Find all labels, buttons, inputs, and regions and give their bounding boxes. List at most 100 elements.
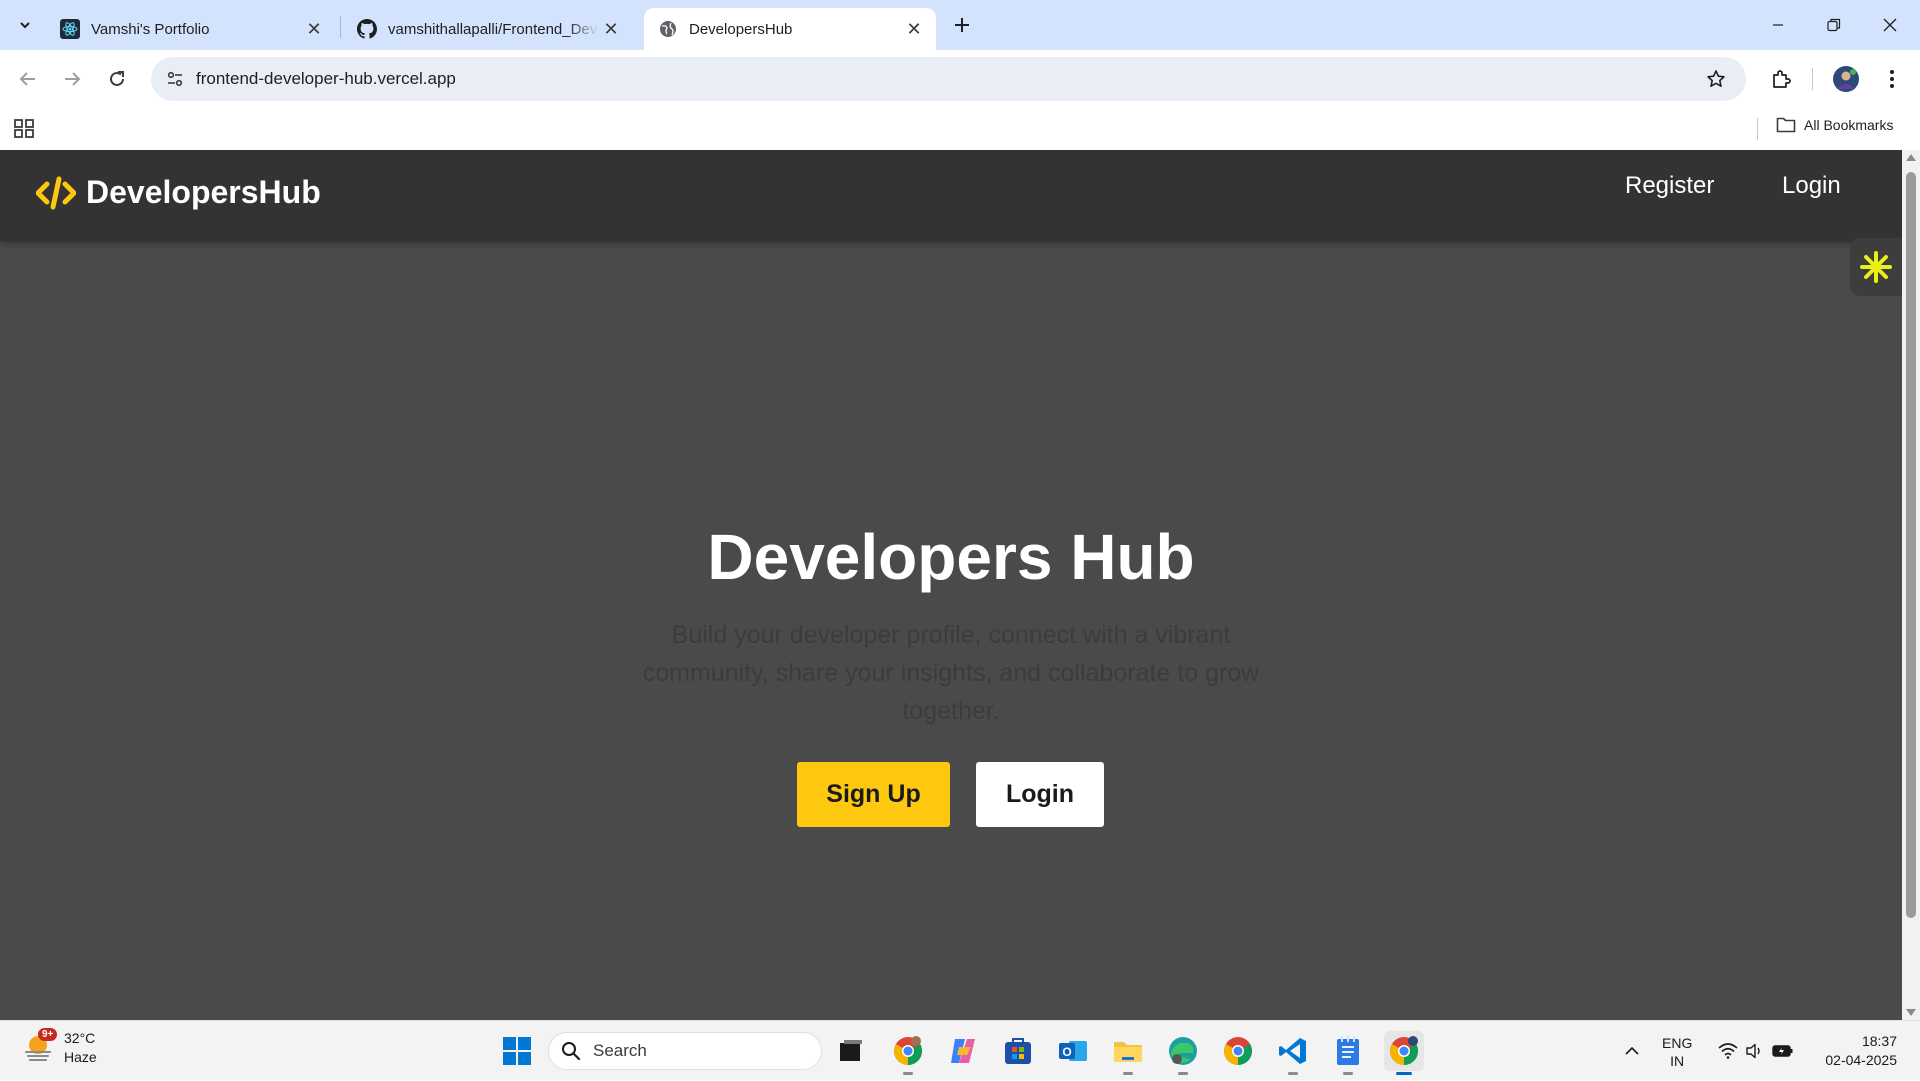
hero-login-button[interactable]: Login	[976, 762, 1104, 827]
profile-avatar[interactable]	[1831, 64, 1861, 94]
start-button[interactable]	[497, 1031, 537, 1071]
tab-search-button[interactable]	[10, 10, 40, 40]
chrome-profile-icon	[894, 1036, 922, 1065]
running-indicator	[903, 1072, 913, 1075]
battery-status[interactable]	[1769, 1021, 1797, 1081]
close-tab-icon[interactable]: ✕	[902, 17, 926, 41]
forward-button[interactable]	[57, 64, 87, 94]
code-icon	[36, 176, 76, 209]
weather-haze-icon: 9+	[22, 1028, 58, 1064]
system-clock[interactable]: 18:37 02-04-2025	[1825, 1032, 1897, 1070]
back-button[interactable]	[13, 64, 43, 94]
taskbar-microsoft-store[interactable]	[998, 1031, 1038, 1071]
hero-subtitle: Build your developer profile, connect wi…	[642, 621, 1260, 725]
signup-button[interactable]: Sign Up	[797, 762, 950, 827]
github-icon	[357, 19, 377, 39]
active-indicator	[1396, 1072, 1412, 1075]
volume-status[interactable]	[1742, 1021, 1766, 1081]
weather-temperature: 32°C	[64, 1030, 96, 1046]
nav-login-link[interactable]: Login	[1782, 172, 1841, 200]
page-scrollbar[interactable]	[1902, 150, 1920, 1020]
weather-condition: Haze	[64, 1049, 97, 1065]
reload-button[interactable]	[102, 64, 132, 94]
arrow-right-icon	[65, 72, 81, 86]
close-window-button[interactable]	[1862, 0, 1918, 50]
address-bar[interactable]: frontend-developer-hub.vercel.app	[151, 57, 1746, 101]
extension-side-widget[interactable]	[1850, 238, 1902, 296]
taskbar-file-explorer[interactable]	[1108, 1031, 1148, 1075]
avatar-icon	[1833, 66, 1859, 92]
folder-icon	[1776, 117, 1796, 133]
browser-toolbar: frontend-developer-hub.vercel.app	[0, 50, 1920, 108]
taskbar-chrome-active[interactable]	[1384, 1031, 1424, 1075]
speaker-icon	[1746, 1043, 1760, 1059]
tab-title: vamshithallapalli/Frontend_Dev	[388, 20, 598, 38]
brand-name: DevelopersHub	[86, 174, 321, 210]
url-text[interactable]: frontend-developer-hub.vercel.app	[196, 69, 456, 89]
bookmark-star-icon[interactable]	[1704, 67, 1728, 91]
language-code: ENG	[1662, 1035, 1693, 1051]
running-indicator	[1343, 1072, 1353, 1075]
apps-grid-icon[interactable]	[13, 117, 35, 139]
search-placeholder: Search	[593, 1041, 647, 1060]
site-info-icon[interactable]	[163, 67, 187, 91]
clock-date: 02-04-2025	[1825, 1052, 1897, 1068]
tab-title: DevelopersHub	[689, 20, 793, 38]
taskbar-outlook[interactable]: O	[1053, 1031, 1093, 1071]
taskbar-vscode[interactable]	[1273, 1031, 1313, 1075]
chrome-menu-button[interactable]	[1877, 64, 1907, 94]
close-icon	[1883, 18, 1897, 32]
svg-text:O: O	[1062, 1045, 1071, 1059]
scroll-down-arrow-icon[interactable]	[1906, 1009, 1916, 1016]
running-indicator	[1123, 1072, 1133, 1075]
site-brand[interactable]: DevelopersHub	[36, 174, 321, 211]
asterisk-icon	[1860, 251, 1892, 283]
extensions-button[interactable]	[1766, 64, 1796, 94]
wifi-status[interactable]	[1716, 1021, 1740, 1081]
all-bookmarks-button[interactable]: All Bookmarks	[1776, 116, 1893, 134]
toolbar-divider	[1812, 68, 1813, 90]
taskbar-copilot[interactable]	[943, 1031, 983, 1071]
running-indicator	[1178, 1072, 1188, 1075]
taskbar-chrome[interactable]	[1218, 1031, 1258, 1071]
scroll-up-arrow-icon[interactable]	[1906, 154, 1916, 161]
web-page: DevelopersHub Register Login Developers …	[0, 150, 1902, 1020]
minimize-icon	[1773, 24, 1783, 26]
tab-title: Vamshi's Portfolio	[91, 20, 210, 38]
taskbar-search[interactable]: Search	[548, 1032, 822, 1070]
battery-charging-icon	[1772, 1045, 1793, 1057]
weather-widget[interactable]: 9+ 32°C Haze	[22, 1028, 97, 1067]
taskbar-notepad[interactable]	[1328, 1031, 1368, 1075]
bookmarks-bar: All Bookmarks	[0, 108, 1920, 150]
nav-register-link[interactable]: Register	[1625, 172, 1714, 200]
task-view-button[interactable]	[831, 1031, 871, 1071]
outlook-icon: O	[1059, 1041, 1087, 1061]
new-tab-button[interactable]	[948, 11, 976, 39]
tab-github[interactable]: vamshithallapalli/Frontend_Dev ✕	[343, 8, 633, 50]
globe-icon	[658, 19, 678, 39]
puzzle-icon	[1773, 70, 1791, 88]
edge-icon	[1169, 1037, 1197, 1065]
taskbar-chrome-profile[interactable]	[888, 1031, 928, 1075]
weather-badge: 9+	[38, 1028, 58, 1041]
tab-developershub[interactable]: DevelopersHub ✕	[644, 8, 936, 50]
scroll-thumb[interactable]	[1906, 172, 1916, 918]
language-indicator[interactable]: ENG IN	[1662, 1034, 1692, 1070]
plus-icon	[955, 18, 969, 32]
region-code: IN	[1670, 1053, 1685, 1069]
chevron-up-icon	[1625, 1046, 1639, 1055]
wifi-icon	[1718, 1043, 1738, 1059]
restore-button[interactable]	[1806, 0, 1862, 50]
tab-strip: Vamshi's Portfolio ✕ vamshithallapalli/F…	[0, 0, 1920, 50]
tab-portfolio[interactable]: Vamshi's Portfolio ✕	[46, 8, 336, 50]
react-icon	[60, 19, 80, 39]
microsoft-store-icon	[1005, 1038, 1031, 1064]
close-tab-icon[interactable]: ✕	[599, 17, 623, 41]
taskbar-edge[interactable]	[1163, 1031, 1203, 1075]
tab-separator	[340, 16, 341, 38]
show-hidden-icons-button[interactable]	[1620, 1021, 1644, 1081]
minimize-button[interactable]	[1750, 0, 1806, 50]
reload-icon	[110, 71, 124, 86]
windows-taskbar: 9+ 32°C Haze Search O ENG IN 18:37 02-04…	[0, 1020, 1920, 1080]
close-tab-icon[interactable]: ✕	[302, 17, 326, 41]
